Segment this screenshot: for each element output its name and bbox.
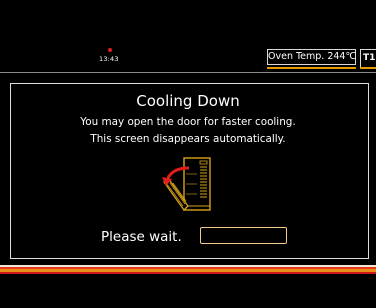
tray-indicator[interactable]: T1 [360,49,376,68]
oven-temperature-display[interactable]: Oven Temp. 244℃ [267,49,356,65]
status-bar: 13:43 Oven Temp. 244℃ T1 [0,0,376,72]
dialog-message-line-1: You may open the door for faster cooling… [80,116,296,128]
alert-indicator-dot [108,48,112,52]
oven-door-open-icon [162,157,211,212]
oven-temperature-indicator [267,67,356,69]
clock: 13:43 [99,55,119,63]
please-wait-label: Please wait. [101,229,182,245]
dialog-message-line-2: This screen disappears automatically. [90,133,286,145]
dialog-title: Cooling Down [136,92,240,110]
header-divider [0,72,376,73]
tray-indicator-underline [360,67,376,69]
footer-stripe-dark-red [0,272,376,274]
cooling-progress-bar [200,227,287,244]
